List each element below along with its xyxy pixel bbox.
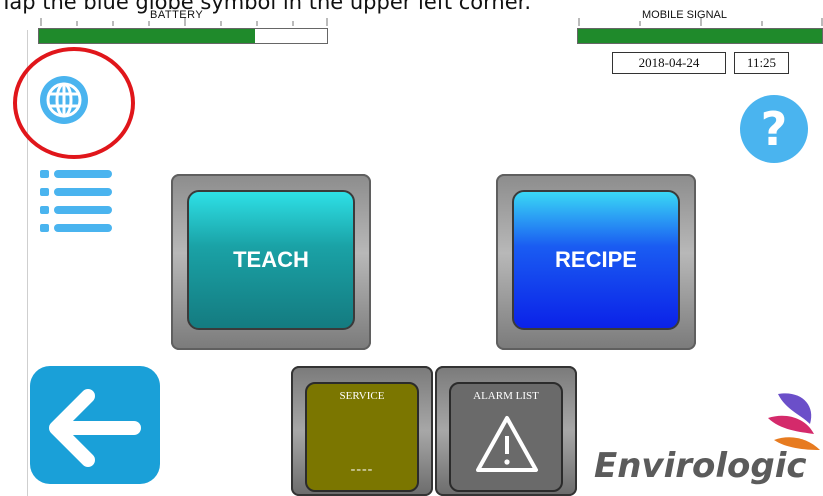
alarm-list-label: ALARM LIST bbox=[473, 390, 539, 402]
recipe-label: RECIPE bbox=[555, 247, 637, 272]
teach-button-face[interactable]: TEACH bbox=[187, 190, 355, 330]
question-icon: ? bbox=[760, 102, 788, 156]
recipe-button[interactable]: RECIPE bbox=[496, 174, 696, 350]
alarm-list-button-face[interactable]: ALARM LIST bbox=[449, 382, 563, 492]
warning-triangle-icon bbox=[476, 416, 538, 472]
list-menu-icon[interactable] bbox=[38, 166, 114, 238]
service-label: SERVICE bbox=[339, 390, 385, 402]
highlight-circle bbox=[13, 47, 135, 159]
help-button[interactable]: ? bbox=[740, 95, 808, 163]
brand-logo-icon bbox=[768, 393, 820, 450]
recipe-button-face[interactable]: RECIPE bbox=[512, 190, 680, 330]
alarm-list-button[interactable]: ALARM LIST bbox=[435, 366, 577, 496]
battery-bar bbox=[38, 28, 328, 44]
service-button[interactable]: SERVICE ---- bbox=[291, 366, 433, 496]
arrow-left-icon bbox=[49, 389, 141, 467]
signal-ticks bbox=[578, 18, 823, 26]
instruction-text: Tap the blue globe symbol in the upper l… bbox=[0, 0, 531, 14]
date-display: 2018-04-24 bbox=[612, 52, 726, 74]
service-value: ---- bbox=[350, 462, 374, 477]
time-display: 11:25 bbox=[734, 52, 789, 74]
mobile-signal-bar bbox=[577, 28, 823, 44]
teach-button[interactable]: TEACH bbox=[171, 174, 371, 350]
battery-ticks bbox=[40, 18, 328, 26]
service-button-face[interactable]: SERVICE ---- bbox=[305, 382, 419, 492]
back-button[interactable] bbox=[30, 366, 160, 484]
teach-label: TEACH bbox=[233, 247, 309, 272]
battery-fill bbox=[39, 29, 255, 43]
